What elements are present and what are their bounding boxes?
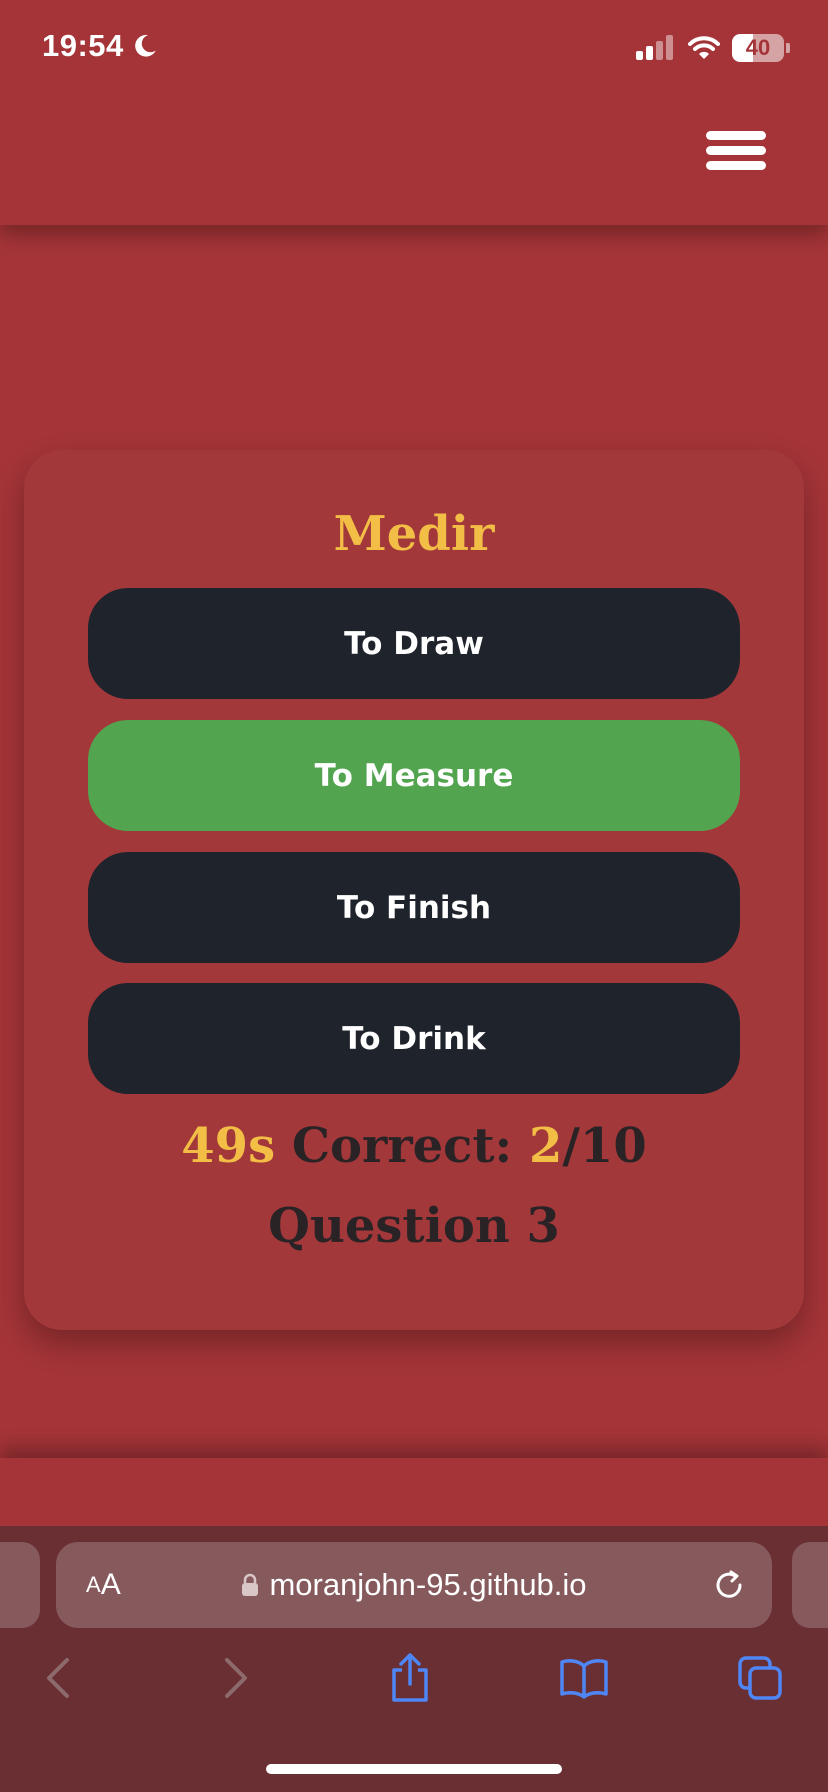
- url-text: moranjohn-95.github.io: [269, 1567, 587, 1602]
- signal-icon: [636, 35, 673, 60]
- reload-icon[interactable]: [712, 1568, 746, 1602]
- answer-button-1[interactable]: To Draw: [88, 588, 740, 699]
- wifi-icon: [688, 36, 720, 59]
- back-icon: [47, 1658, 69, 1698]
- share-icon: [392, 1653, 428, 1702]
- back-button[interactable]: [28, 1648, 88, 1708]
- lock-icon: [242, 1573, 259, 1596]
- status-time: 19:54: [42, 28, 124, 63]
- share-button[interactable]: [380, 1648, 440, 1708]
- battery-cap: [786, 43, 790, 53]
- quiz-card: Medir To Draw To Measure To Finish To Dr…: [24, 450, 804, 1330]
- correct-count: 2: [528, 1118, 563, 1174]
- timer: 49s: [181, 1118, 276, 1174]
- browser-toolbar: [0, 1648, 828, 1708]
- battery-icon: 40: [732, 34, 784, 62]
- battery-level: 40: [745, 35, 771, 60]
- tabs-icon: [738, 1656, 782, 1700]
- question-number: Question 3: [268, 1198, 560, 1254]
- answer-button-3[interactable]: To Finish: [88, 852, 740, 963]
- url-display[interactable]: moranjohn-95.github.io: [56, 1542, 772, 1628]
- question-word: Medir: [333, 506, 495, 562]
- status-bar: 19:54 40: [0, 0, 828, 100]
- tabs-button[interactable]: [730, 1648, 790, 1708]
- answer-button-2-correct[interactable]: To Measure: [88, 720, 740, 831]
- forward-icon: [225, 1658, 247, 1698]
- bookmarks-icon: [560, 1659, 608, 1699]
- hamburger-line: [706, 146, 766, 155]
- hamburger-menu-icon: [706, 131, 766, 140]
- forward-button[interactable]: [206, 1648, 266, 1708]
- hamburger-line: [706, 161, 766, 170]
- address-bar[interactable]: AA moranjohn-95.github.io: [56, 1542, 772, 1628]
- hamburger-menu-button[interactable]: [706, 131, 766, 171]
- page-footer: [0, 1458, 828, 1528]
- status-indicators: 40: [636, 34, 790, 62]
- bookmarks-button[interactable]: [554, 1648, 614, 1708]
- status-time-group: 19:54: [42, 28, 158, 64]
- next-tab-preview[interactable]: [792, 1542, 828, 1628]
- total-questions: /10: [562, 1118, 647, 1174]
- score-line: 49s Correct: 2/10: [24, 1118, 804, 1174]
- moon-icon: [134, 34, 156, 57]
- home-indicator[interactable]: [266, 1764, 562, 1774]
- answer-button-4[interactable]: To Drink: [88, 983, 740, 1094]
- previous-tab-preview[interactable]: [0, 1542, 40, 1628]
- correct-label: Correct:: [291, 1118, 529, 1174]
